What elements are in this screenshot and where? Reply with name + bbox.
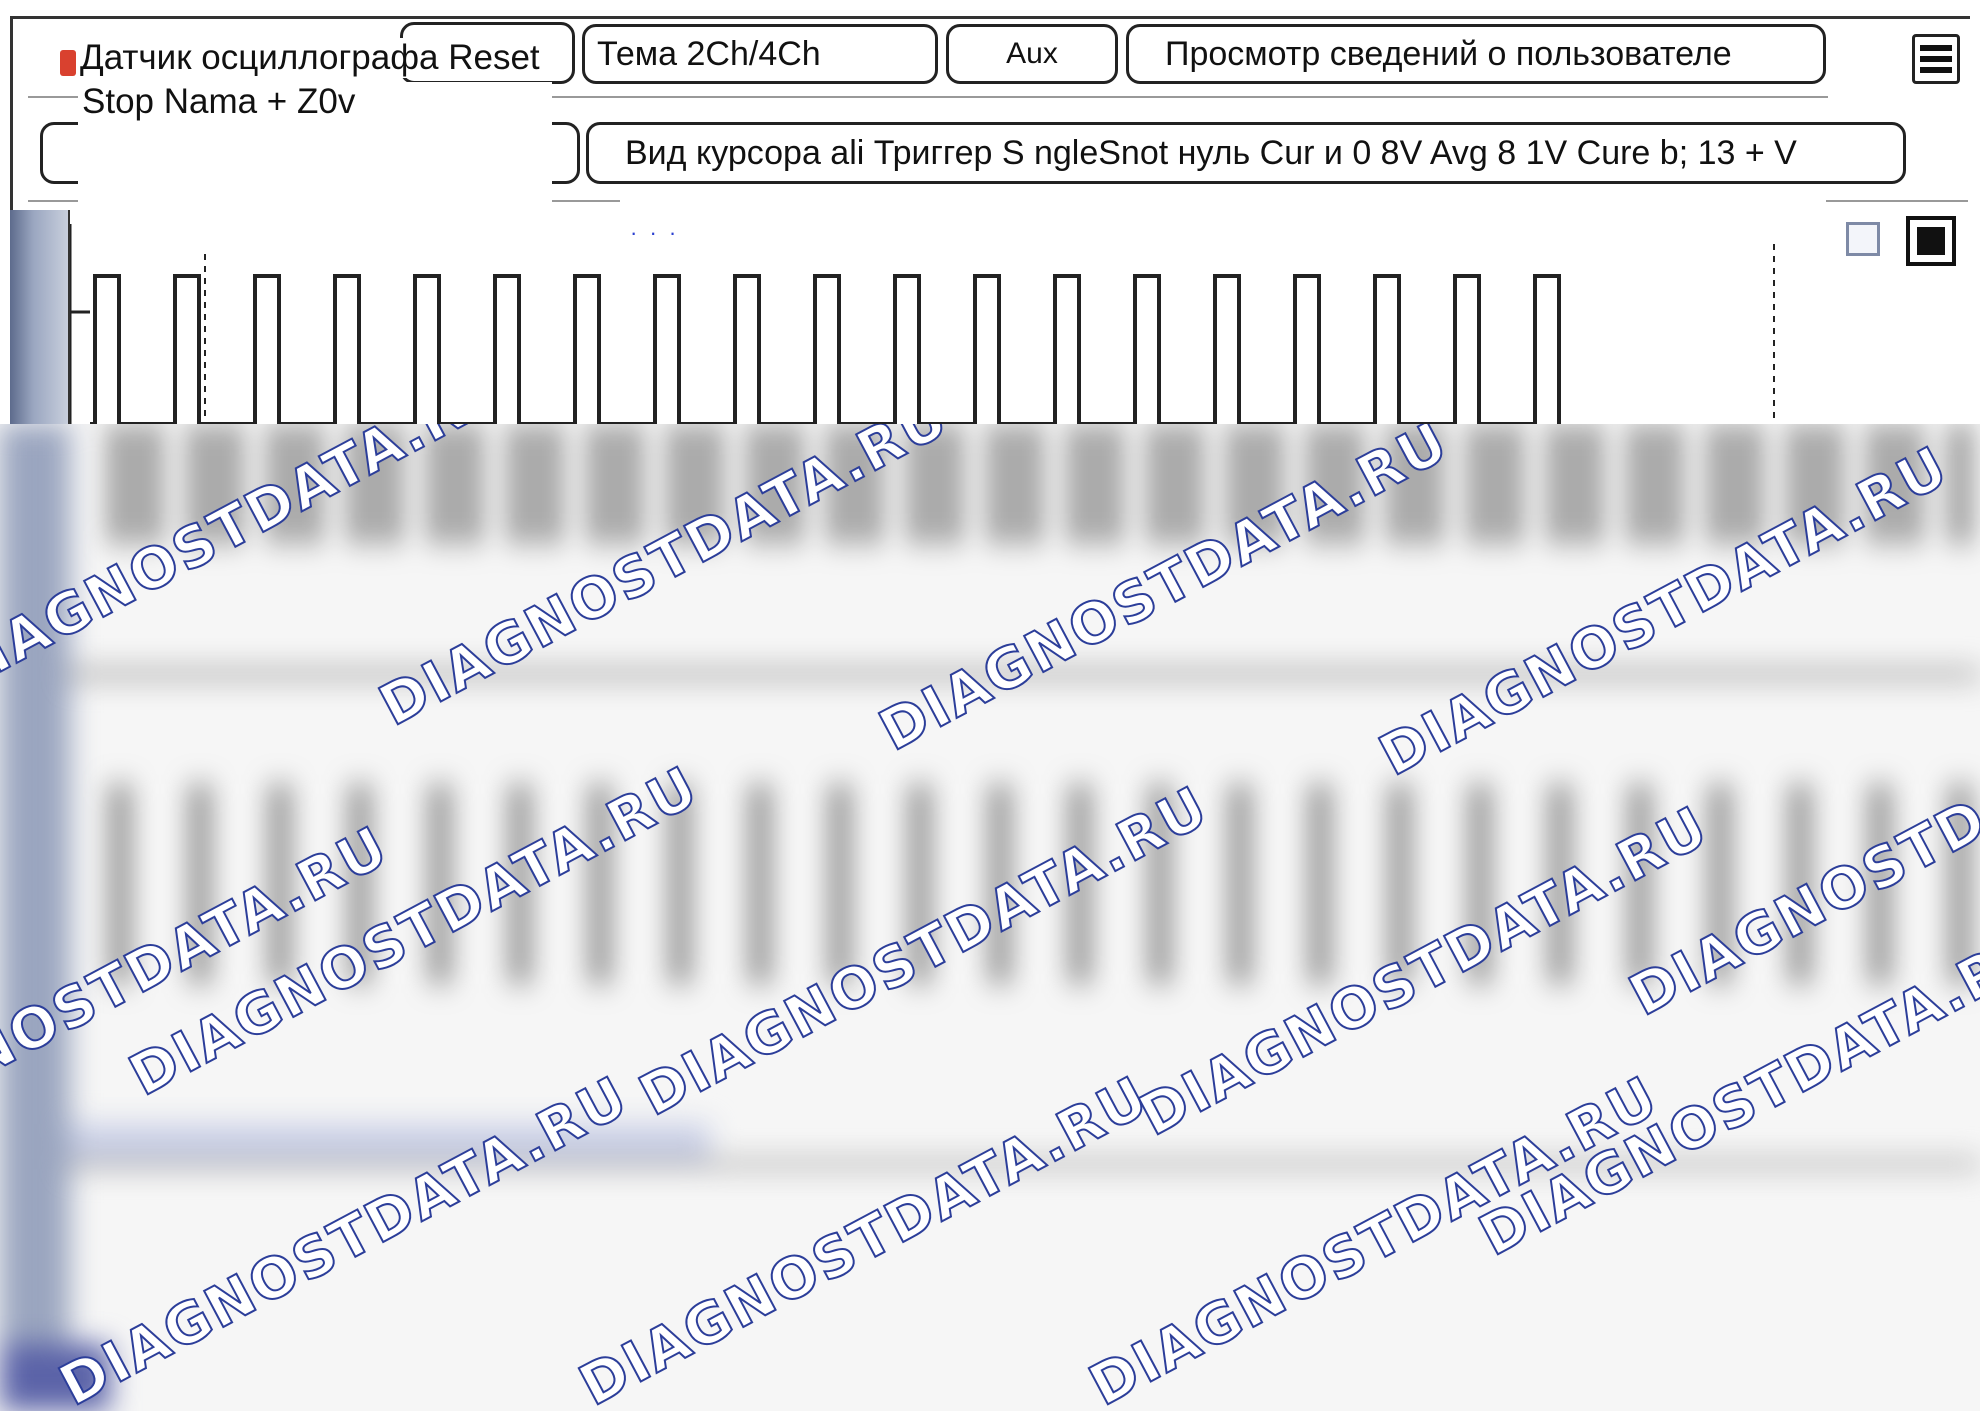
watermark-layer: DIAGNOSTDATA.RU DIAGNOSTDATA.RU DIAGNOSTDA…	[0, 424, 1980, 1411]
frame-top	[10, 16, 1970, 19]
hamburger-icon	[1920, 45, 1952, 73]
aux-button-label: Aux	[1006, 37, 1058, 70]
watermark-text: DIAGNOSTDATA.RU	[868, 424, 1460, 765]
cursor-trigger-bar[interactable]: Вид курсора ali Триггер S ngleSnot нуль …	[586, 122, 1906, 184]
status-line: Stop Nama + Z0v	[82, 82, 356, 121]
close-marker-icon[interactable]	[60, 50, 76, 76]
theme-button[interactable]: Тема 2Ch/4Ch	[582, 24, 938, 84]
theme-button-label: Тема 2Ch/4Ch	[597, 35, 821, 73]
cursor-info-text: Вид курсора ali Триггер S ngleSnot нуль …	[625, 134, 1797, 172]
probe-title-label: Датчик осциллографа Reset	[80, 38, 540, 78]
user-info-button-label: Просмотр сведений о пользователе	[1165, 35, 1732, 73]
aux-button[interactable]: Aux	[946, 24, 1118, 84]
oscilloscope-app: Тема 2Ch/4Ch Aux Просмотр сведений о пол…	[0, 0, 1980, 1411]
menu-button[interactable]	[1912, 34, 1960, 84]
waveform-plot	[70, 224, 1775, 424]
channel-scrollbar[interactable]	[10, 210, 70, 424]
blurred-plot-area: DIAGNOSTDATA.RU DIAGNOSTDATA.RU DIAGNOSTDA…	[0, 424, 1980, 1411]
oscilloscope-window: Тема 2Ch/4Ch Aux Просмотр сведений о пол…	[0, 0, 1980, 424]
user-info-button[interactable]: Просмотр сведений о пользователе	[1126, 24, 1826, 84]
watermark-text: DIAGNOSTDATA.RU	[368, 424, 960, 740]
watermark-text: DIAGNOSTDATA.RU	[1368, 433, 1960, 790]
watermark-text: DIAGNOSTDATA.RU	[48, 1063, 640, 1411]
waveform-trace	[90, 274, 1561, 424]
